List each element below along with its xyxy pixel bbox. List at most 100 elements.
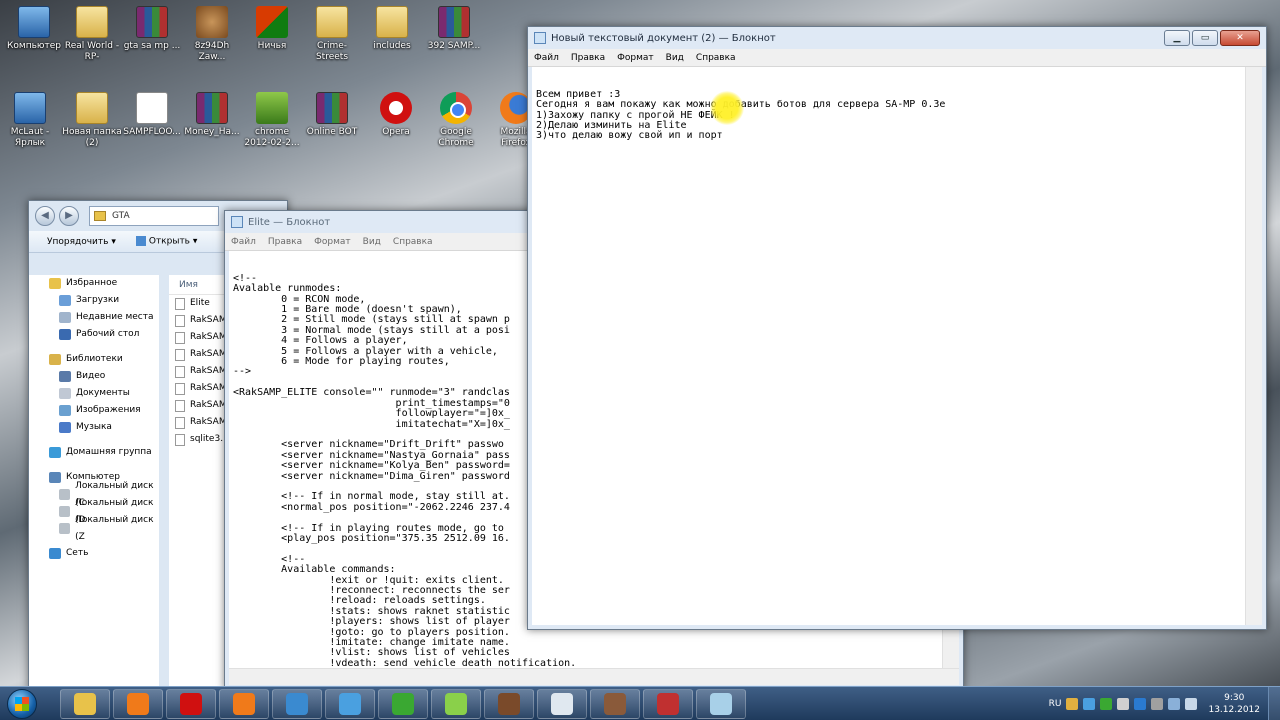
desktop-icon[interactable]: Money_Ha... [182, 92, 242, 138]
menu-format[interactable]: Формат [314, 237, 351, 247]
start-button[interactable] [0, 687, 44, 720]
taskbar-button[interactable] [60, 688, 110, 719]
sidebar-item[interactable]: Недавние места [29, 309, 159, 326]
desktop-icon[interactable]: Компьютер [4, 6, 64, 52]
network-icon[interactable] [1168, 697, 1181, 710]
sidebar-item[interactable]: Музыка [29, 419, 159, 436]
address-bar[interactable]: GTA [89, 206, 219, 226]
desktop-icon[interactable]: 392 SAMP... [424, 6, 484, 52]
menu-edit[interactable]: Правка [571, 53, 605, 63]
main-text-area[interactable]: Всем привет :3 Сегодня я вам покажу как … [532, 67, 1262, 625]
taskbar-button[interactable] [537, 688, 587, 719]
desktop-icon-label: Компьютер [7, 41, 61, 51]
explorer-sidebar: Избранное Загрузки Недавние места Рабочий с… [29, 275, 159, 689]
desktop-icon-label: chrome 2012-02-2... [244, 127, 300, 148]
main-notepad-window[interactable]: Новый текстовый документ (2) — Блокнот ▁… [527, 26, 1267, 630]
forward-button[interactable]: ▶ [59, 206, 79, 226]
maximize-button[interactable]: ▭ [1192, 30, 1218, 46]
taskbar-button[interactable] [166, 688, 216, 719]
sidebar-item-icon [59, 371, 71, 382]
menu-edit[interactable]: Правка [268, 237, 302, 247]
taskbar-button[interactable] [113, 688, 163, 719]
file-icon [175, 348, 185, 361]
desktop-icon-label: Google Chrome [438, 127, 474, 148]
taskbar-button[interactable] [272, 688, 322, 719]
tray-icon[interactable] [1083, 697, 1096, 710]
sidebar-item[interactable]: Избранное [29, 275, 159, 292]
file-icon [175, 365, 185, 378]
file-name: RakSAM [190, 315, 227, 325]
chrome-icon [440, 92, 472, 124]
sidebar-item[interactable]: Домашняя группа [29, 444, 159, 461]
back-button[interactable]: ◀ [35, 206, 55, 226]
menu-file[interactable]: Файл [231, 237, 256, 247]
app-icon [657, 692, 679, 715]
close-button[interactable]: ✕ [1220, 30, 1260, 46]
opera-icon [380, 92, 412, 124]
main-titlebar[interactable]: Новый текстовый документ (2) — Блокнот ▁… [528, 27, 1266, 49]
desktop-icon-label: 392 SAMP... [427, 41, 481, 51]
desktop-icon[interactable]: McLaut - Ярлык [0, 92, 60, 149]
taskbar-button[interactable] [484, 688, 534, 719]
sidebar-item[interactable]: Рабочий стол [29, 326, 159, 343]
sidebar-item[interactable]: Локальный диск (Z [29, 515, 159, 542]
desktop-icon[interactable]: Online BOT [302, 92, 362, 138]
desktop-icon[interactable]: Новая папка (2) [62, 92, 122, 149]
menu-view[interactable]: Вид [363, 237, 381, 247]
desktop-icon[interactable]: SAMPFLOO... [122, 92, 182, 138]
sidebar-item[interactable]: Сеть [29, 545, 159, 562]
desktop-icon[interactable]: 8z94Dh Zaw... [182, 6, 242, 63]
language-indicator[interactable]: RU [1049, 699, 1062, 709]
taskbar-button[interactable] [643, 688, 693, 719]
desktop-icon[interactable]: Crime-Streets [302, 6, 362, 63]
menu-help[interactable]: Справка [696, 53, 736, 63]
tray-icon[interactable] [1066, 697, 1079, 710]
sidebar-item[interactable]: Библиотеки [29, 351, 159, 368]
menu-help[interactable]: Справка [393, 237, 433, 247]
skype-icon [339, 692, 361, 715]
chevron-down-icon: ▾ [192, 236, 198, 247]
sidebar-item[interactable]: Видео [29, 368, 159, 385]
tray-icon[interactable] [1134, 697, 1147, 710]
clock[interactable]: 9:30 13.12.2012 [1208, 692, 1260, 716]
desktop-icon[interactable]: Google Chrome [426, 92, 486, 149]
main-text: Всем привет :3 Сегодня я вам покажу как … [536, 88, 946, 142]
volume-icon[interactable] [1185, 697, 1198, 710]
desktop-icon[interactable]: includes [362, 6, 422, 52]
taskbar-button[interactable] [378, 688, 428, 719]
desktop-icon[interactable]: Ничья [242, 6, 302, 52]
horizontal-scrollbar[interactable] [229, 668, 959, 685]
notepad-icon [551, 692, 573, 715]
taskbar-button[interactable] [219, 688, 269, 719]
show-desktop-button[interactable] [1268, 686, 1280, 720]
tray-icon[interactable] [1100, 697, 1113, 710]
sidebar-item[interactable]: Изображения [29, 402, 159, 419]
menu-view[interactable]: Вид [666, 53, 684, 63]
clock-date: 13.12.2012 [1208, 704, 1260, 715]
vertical-scrollbar[interactable] [1245, 67, 1262, 625]
desktop-icon[interactable]: Opera [366, 92, 426, 138]
taskbar-button[interactable] [325, 688, 375, 719]
open-button[interactable]: Открыть ▾ [135, 236, 198, 247]
desktop-icon-label: 8z94Dh Zaw... [194, 41, 230, 62]
menu-file[interactable]: Файл [534, 53, 559, 63]
menu-format[interactable]: Формат [617, 53, 654, 63]
minimize-button[interactable]: ▁ [1164, 30, 1190, 46]
tray-icon[interactable] [1151, 697, 1164, 710]
sidebar-item[interactable]: Документы [29, 385, 159, 402]
file-name: RakSAM [190, 349, 227, 359]
desktop-icon[interactable]: gta sa mp ... [122, 6, 182, 52]
sidebar-item-label: Избранное [66, 278, 118, 288]
desktop-icon[interactable]: Real World -RP- [62, 6, 122, 63]
taskbar-button[interactable] [696, 688, 746, 719]
tray-icon[interactable] [1117, 697, 1130, 710]
taskbar: RU 9:30 13.12.2012 [0, 686, 1280, 720]
organize-button[interactable]: Упорядочить ▾ [47, 237, 116, 247]
taskbar-button[interactable] [590, 688, 640, 719]
taskbar-button[interactable] [431, 688, 481, 719]
sidebar-item[interactable]: Загрузки [29, 292, 159, 309]
sidebar-item-label: Видео [76, 371, 106, 381]
sidebar-item-icon [59, 295, 71, 306]
desktop-icon[interactable]: chrome 2012-02-2... [242, 92, 302, 149]
green-icon [256, 92, 288, 124]
